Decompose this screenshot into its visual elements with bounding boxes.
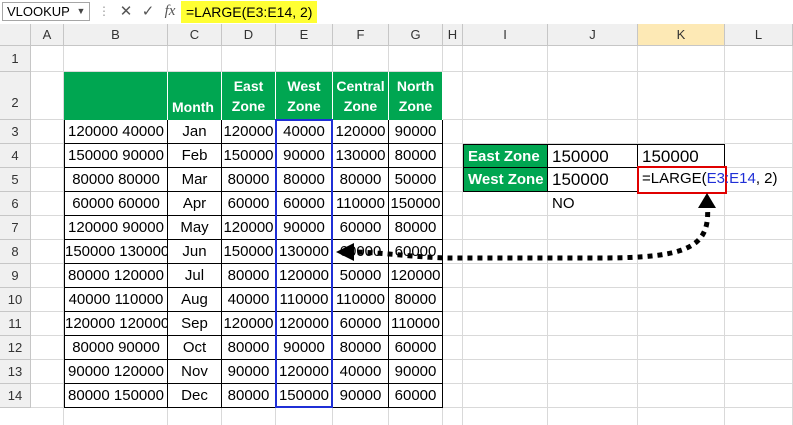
insert-function-icon[interactable]: fx xyxy=(160,2,180,21)
arrow-annotation xyxy=(336,193,716,261)
worksheet-grid: A B C D E F G H I J K L 1 2 3 4 5 6 7 8 9 10 11 12 13 14 Month East… xyxy=(0,24,793,425)
formula-input[interactable]: =LARGE(E3:E14, 2) xyxy=(181,1,318,23)
formula-bar: VLOOKUP ▼ ⋮ ✕ ✓ fx =LARGE(E3:E14, 2) xyxy=(0,0,793,25)
enter-icon[interactable]: ✓ xyxy=(138,2,158,21)
name-box-dropdown-icon[interactable]: ▼ xyxy=(75,5,87,17)
formula-bar-grip-icon: ⋮ xyxy=(98,4,110,18)
arrowhead-left-icon xyxy=(336,243,354,261)
cancel-icon[interactable]: ✕ xyxy=(116,2,136,21)
arrowhead-up-icon xyxy=(698,193,716,208)
dotted-arrow-path xyxy=(351,201,711,261)
